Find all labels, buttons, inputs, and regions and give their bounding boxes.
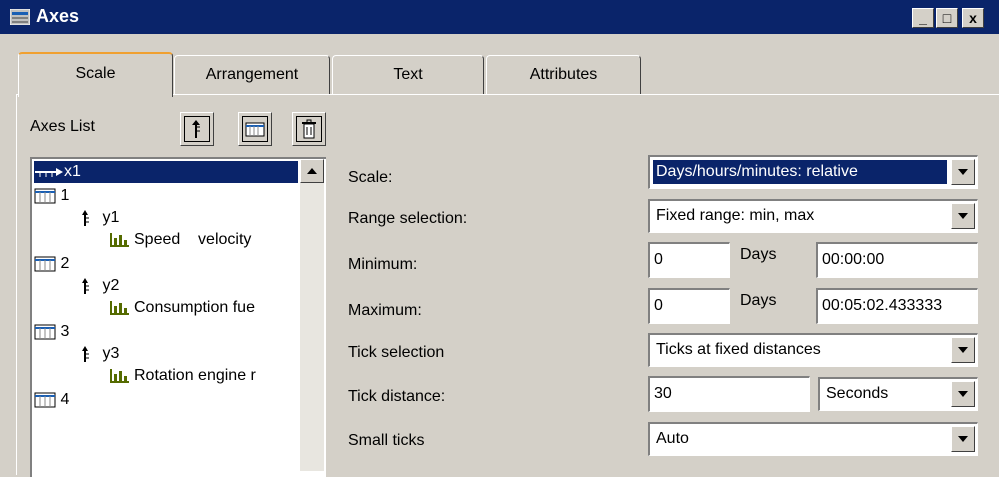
y-axis-icon [82, 277, 89, 294]
tick-selection-value: Ticks at fixed distances [656, 341, 821, 358]
add-axis-button[interactable] [180, 112, 214, 146]
minimum-time-input[interactable]: 00:00:00 [816, 242, 978, 278]
dropdown-arrow-icon[interactable] [951, 159, 975, 185]
list-item-channel-consumption[interactable]: Consumption fue [110, 297, 255, 319]
minimum-label: Minimum: [348, 256, 418, 273]
maximize-button[interactable]: □ [936, 8, 958, 28]
coordinate-system-icon [245, 122, 265, 137]
scale-label: Scale: [348, 169, 393, 186]
y-axis-icon [82, 209, 89, 226]
tick-selection-select[interactable]: Ticks at fixed distances [648, 333, 978, 367]
list-item-label: 3 [60, 323, 70, 340]
range-selection-label: Range selection: [348, 210, 468, 227]
list-item-system-1[interactable]: 1 [34, 185, 69, 207]
coordinate-system-icon [34, 324, 56, 340]
trash-icon [302, 119, 316, 139]
list-item-channel-rotation[interactable]: Rotation engine r [110, 365, 256, 387]
tick-distance-unit-select[interactable]: Seconds [818, 377, 978, 411]
list-item-label: y3 [102, 345, 120, 362]
list-item-y3[interactable]: y3 [80, 343, 119, 365]
maximum-time-input[interactable]: 00:05:02.433333 [816, 288, 978, 324]
list-item-label: Speed velocity [134, 231, 252, 248]
scroll-up-button[interactable] [300, 159, 324, 183]
window-title: Axes [36, 6, 80, 26]
coordinate-system-icon [34, 188, 56, 204]
list-item-label: 1 [60, 187, 70, 204]
channel-chart-icon [110, 300, 129, 315]
scale-select-value: Days/hours/minutes: relative [653, 160, 947, 184]
list-item-label: y1 [102, 209, 120, 226]
maximum-label: Maximum: [348, 302, 422, 319]
delete-button[interactable] [292, 112, 326, 146]
list-item-system-4[interactable]: 4 [34, 389, 69, 411]
list-item-label: 2 [60, 255, 70, 272]
y-axis-icon [82, 345, 89, 362]
tick-distance-unit-value: Seconds [826, 385, 889, 402]
coordinate-system-icon [34, 392, 56, 408]
tick-distance-label: Tick distance: [348, 388, 446, 405]
list-item-label: Rotation engine r [134, 367, 256, 384]
tab-text[interactable]: Text [332, 55, 484, 95]
add-axis-icon [192, 120, 200, 138]
add-system-button[interactable] [238, 112, 272, 146]
maximum-days-input[interactable]: 0 [648, 288, 730, 324]
minimum-days-input[interactable]: 0 [648, 242, 730, 278]
axes-listbox[interactable]: x1 1 y1 Speed velocity 2 y2 Consumption … [30, 157, 326, 477]
x-axis-icon [35, 167, 63, 177]
list-item-label: Consumption fue [134, 299, 255, 316]
coordinate-system-icon [34, 256, 56, 272]
dropdown-arrow-icon[interactable] [951, 337, 975, 363]
minimum-days-unit: Days [740, 246, 777, 263]
close-button[interactable]: x [962, 8, 984, 28]
dropdown-arrow-icon[interactable] [951, 203, 975, 229]
list-item-y1[interactable]: y1 [80, 207, 119, 229]
title-bar: Axes _ □ x [0, 0, 999, 34]
dropdown-arrow-icon[interactable] [951, 381, 975, 407]
small-ticks-value: Auto [656, 430, 689, 447]
axes-list-label: Axes List [30, 118, 95, 135]
small-ticks-select[interactable]: Auto [648, 422, 978, 456]
channel-chart-icon [110, 368, 129, 383]
maximum-days-unit: Days [740, 292, 777, 309]
minimize-button[interactable]: _ [912, 8, 934, 28]
tab-scale[interactable]: Scale [18, 52, 173, 97]
scale-select[interactable]: Days/hours/minutes: relative [648, 155, 978, 189]
range-selection-select[interactable]: Fixed range: min, max [648, 199, 978, 233]
tick-selection-label: Tick selection [348, 344, 445, 361]
tab-attributes[interactable]: Attributes [486, 55, 641, 95]
axes-window-icon [9, 8, 31, 26]
list-item-system-2[interactable]: 2 [34, 253, 69, 275]
dropdown-arrow-icon[interactable] [951, 426, 975, 452]
range-selection-value: Fixed range: min, max [656, 207, 815, 224]
list-item-label: x1 [64, 163, 81, 180]
list-item-system-3[interactable]: 3 [34, 321, 69, 343]
channel-chart-icon [110, 232, 129, 247]
list-item-channel-speed[interactable]: Speed velocity [110, 229, 251, 251]
tick-distance-input[interactable]: 30 [648, 376, 810, 412]
small-ticks-label: Small ticks [348, 432, 425, 449]
list-scrollbar[interactable] [300, 159, 324, 471]
list-item-x1[interactable]: x1 [34, 161, 298, 183]
list-item-y2[interactable]: y2 [80, 275, 119, 297]
list-item-label: y2 [102, 277, 120, 294]
tab-arrangement[interactable]: Arrangement [174, 55, 330, 95]
list-item-label: 4 [60, 391, 70, 408]
